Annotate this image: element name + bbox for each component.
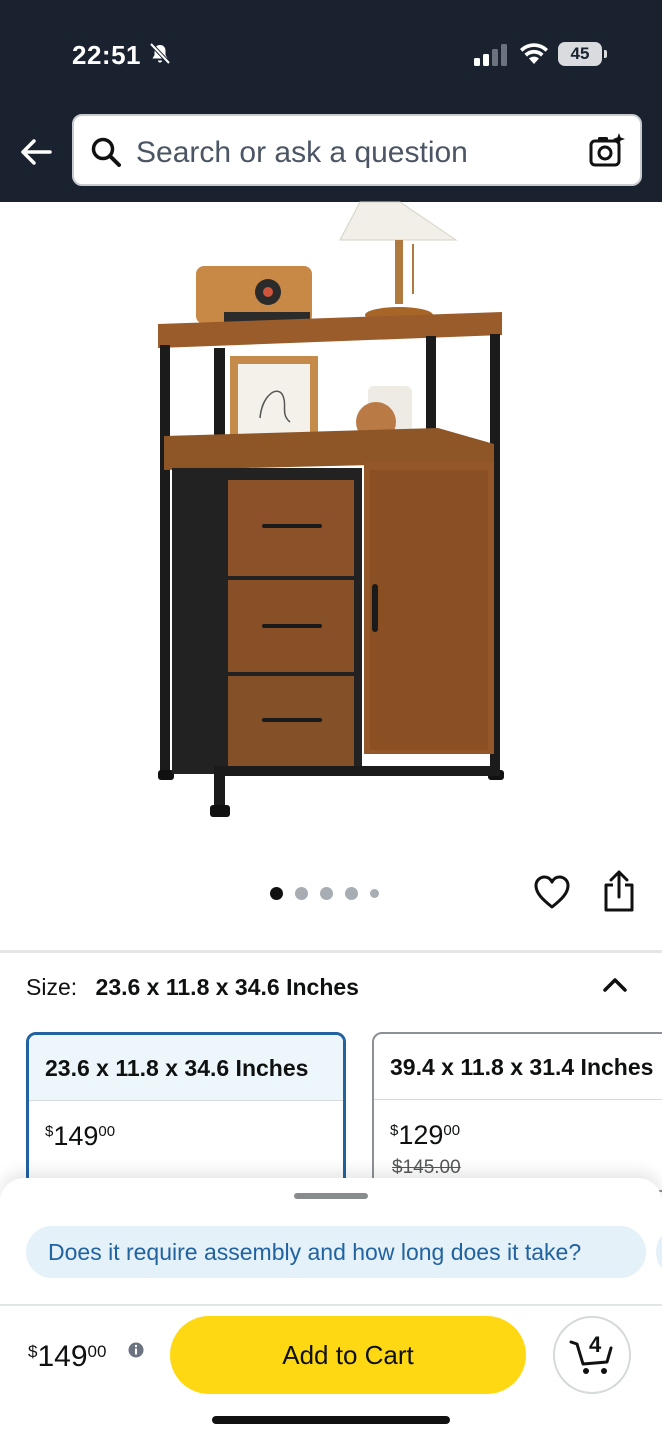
size-label: Size: [26, 974, 78, 1000]
price-fraction: 00 [87, 1342, 107, 1361]
sheet-divider [0, 1304, 662, 1306]
price-whole: 149 [37, 1340, 88, 1373]
wifi-icon [520, 43, 548, 64]
size-option-title: 39.4 x 11.8 x 31.4 Inches [374, 1034, 662, 1100]
sheet-drag-handle[interactable] [294, 1193, 368, 1199]
suggested-question-chip[interactable]: Does it require assembly and how long do… [26, 1226, 646, 1278]
silent-bell-icon [149, 42, 171, 65]
price-whole: 129 [398, 1120, 444, 1150]
buy-box-price: $14900 [28, 1340, 106, 1374]
status-bar: 22:51 45 [0, 0, 662, 100]
section-divider [0, 950, 662, 953]
carousel-dot[interactable] [345, 886, 358, 900]
battery-indicator: 45 [558, 42, 607, 66]
search-input[interactable]: Search or ask a question [72, 114, 642, 186]
price-fraction: 00 [98, 1123, 116, 1140]
carousel-dot[interactable] [370, 888, 379, 898]
size-option-price: $14900 [29, 1101, 343, 1152]
cellular-signal-icon [474, 44, 507, 66]
size-option-card[interactable]: 23.6 x 11.8 x 34.6 Inches $14900 [26, 1032, 346, 1192]
next-question-chip[interactable] [656, 1226, 662, 1278]
chevron-up-icon[interactable] [600, 972, 630, 996]
home-indicator [212, 1416, 450, 1424]
share-icon[interactable] [600, 868, 638, 914]
status-time: 22:51 [72, 40, 141, 70]
price-fraction: 00 [443, 1122, 461, 1139]
price-currency: $ [45, 1123, 54, 1140]
price-whole: 149 [53, 1121, 99, 1151]
size-row: Size: 23.6 x 11.8 x 34.6 Inches [26, 974, 359, 1001]
wishlist-heart-icon[interactable] [532, 872, 572, 912]
search-placeholder: Search or ask a question [136, 136, 468, 169]
visual-search-camera-icon[interactable] [588, 132, 626, 170]
size-option-title: 23.6 x 11.8 x 34.6 Inches [29, 1035, 343, 1101]
price-currency: $ [390, 1122, 399, 1139]
image-carousel-dots[interactable] [270, 884, 379, 902]
back-arrow-icon[interactable] [18, 134, 54, 170]
product-page: 22:51 45 Search or ask a question Size: … [0, 0, 662, 1440]
carousel-dot[interactable] [270, 886, 283, 900]
cart-button[interactable]: 4 [553, 1316, 631, 1394]
top-header: 22:51 45 Search or ask a question [0, 0, 662, 202]
cart-count-badge: 4 [589, 1332, 602, 1357]
size-option-old-price: $145.00 [392, 1157, 461, 1178]
size-option-card[interactable]: 39.4 x 11.8 x 31.4 Inches $12900 $145.00 [372, 1032, 662, 1192]
carousel-dot[interactable] [320, 886, 333, 900]
price-currency: $ [28, 1342, 38, 1361]
add-to-cart-button[interactable]: Add to Cart [170, 1316, 526, 1394]
search-icon [91, 137, 121, 167]
size-selected-value: 23.6 x 11.8 x 34.6 Inches [95, 974, 359, 1000]
info-icon[interactable] [128, 1342, 144, 1358]
product-image[interactable] [150, 200, 510, 830]
carousel-dot[interactable] [295, 886, 308, 900]
size-option-price: $12900 [374, 1100, 662, 1151]
bottom-sheet: Does it require assembly and how long do… [0, 1178, 662, 1440]
